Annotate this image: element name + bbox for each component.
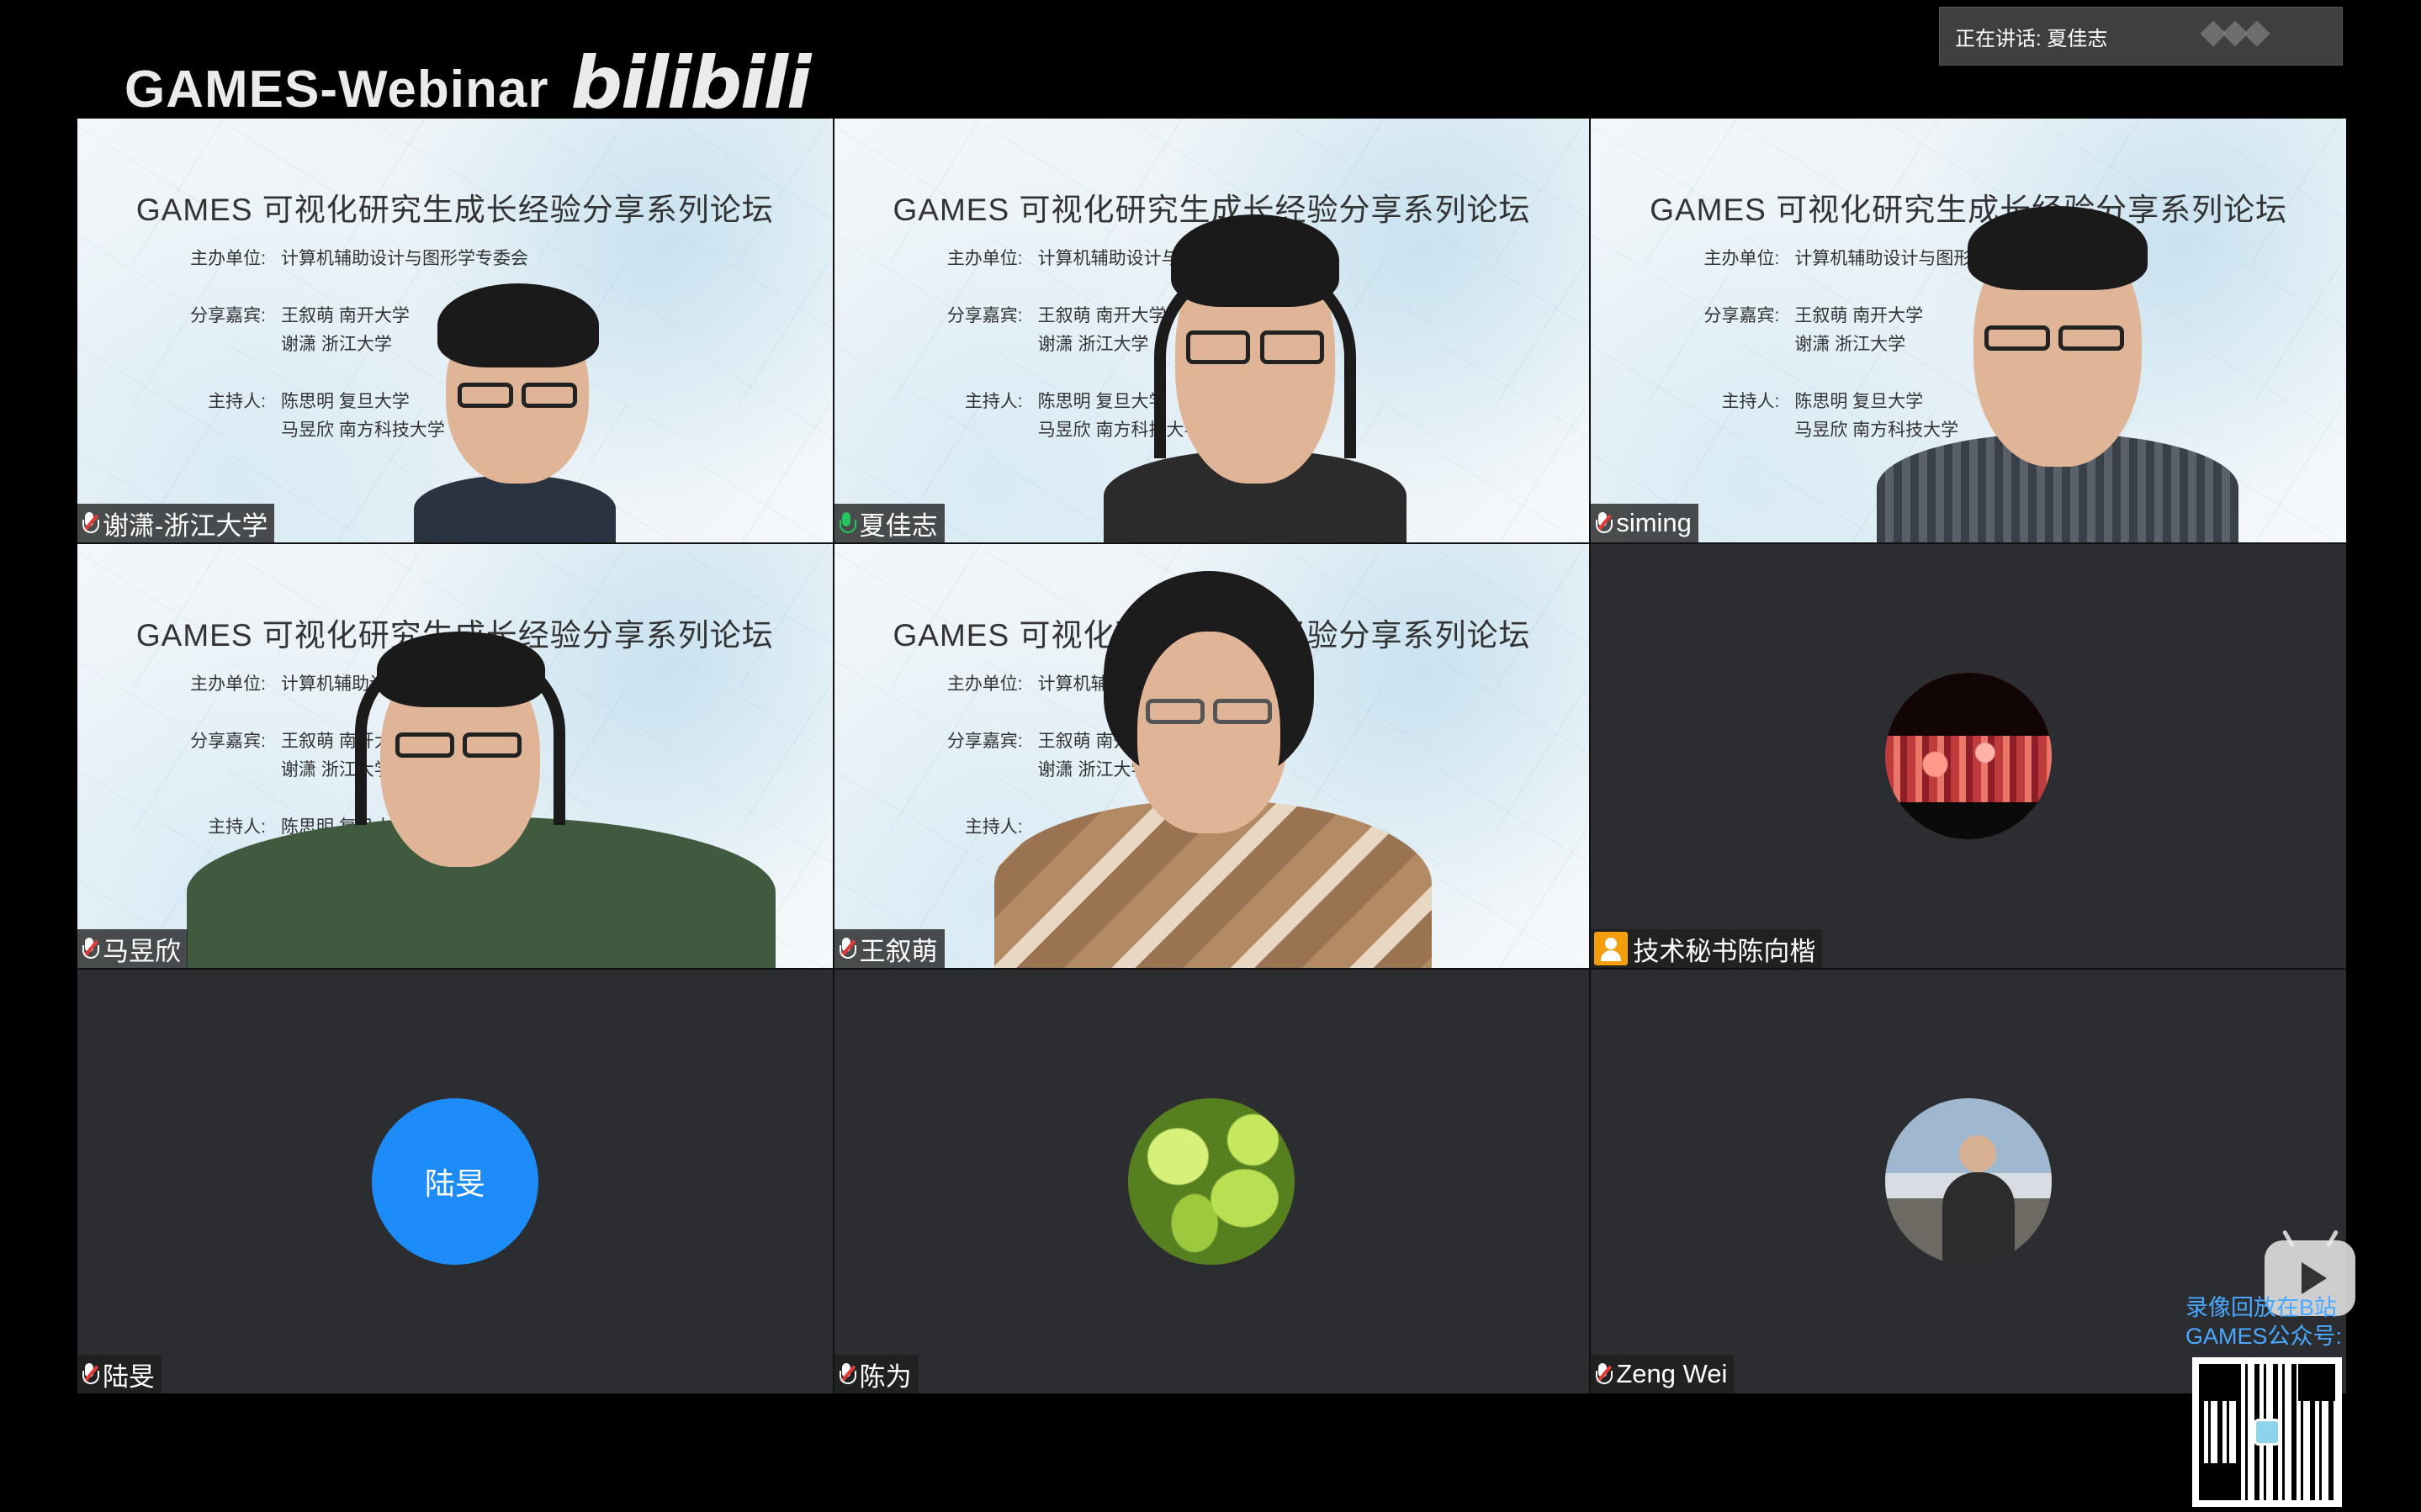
participant-tile[interactable]: GAMES 可视化研究生成长经验分享系列论坛 主办单位:计算机辅助设计与图形学专… [834, 544, 1590, 968]
participant-name: 夏佳志 [859, 510, 938, 541]
participant-name-label: 王叙萌 [834, 929, 945, 968]
qr-code-icon [2192, 1357, 2342, 1507]
participant-tile[interactable]: GAMES 可视化研究生成长经验分享系列论坛 主办单位:计算机辅助设计与图形学专… [77, 119, 833, 542]
participant-name-label: 技术秘书陈向楷 [1591, 929, 1823, 968]
participant-avatar [1128, 1098, 1295, 1265]
replay-line-1: 录像回放在B站 [2185, 1295, 2338, 1320]
mic-muted-icon [838, 1362, 856, 1386]
participant-name-label: siming [1591, 504, 1698, 542]
slide-title: GAMES 可视化研究生成长经验分享系列论坛 [135, 193, 774, 227]
participant-name: 技术秘书陈向楷 [1633, 936, 1816, 966]
slide-label: 主办单位: [190, 249, 266, 268]
slide-text: 谢潇 浙江大学 [281, 335, 392, 354]
participant-name-label: 谢潇-浙江大学 [77, 504, 275, 542]
participant-video [380, 265, 649, 542]
user-avatar-icon [1594, 932, 1629, 965]
participant-video [1868, 206, 2247, 542]
mic-muted-icon [81, 511, 99, 535]
slide-label: 分享嘉宾: [1703, 306, 1780, 325]
participant-name-label: 陆旻 [77, 1355, 162, 1393]
slide-label: 主办单位: [946, 249, 1023, 268]
participant-name: 谢潇-浙江大学 [103, 510, 268, 541]
participant-name: 陆旻 [103, 1361, 155, 1392]
bilibili-logo: bilibili [570, 41, 811, 125]
slide-label: 分享嘉宾: [946, 306, 1023, 325]
participant-name: Zeng Wei [1616, 1359, 1728, 1388]
participant-tile-active-speaker[interactable]: GAMES 可视化研究生成长经验分享系列论坛 主办单位: 计算机辅助设计与图形学专… [834, 119, 1590, 542]
brand-text: GAMES-Webinar [124, 61, 549, 119]
participant-video [1095, 206, 1415, 542]
participant-name: 陈为 [859, 1361, 912, 1392]
watermark: GAMES-Webinar bilibili [124, 41, 811, 125]
participant-avatar [1885, 673, 2053, 839]
participant-tile[interactable]: GAMES 可视化研究生成长经验分享系列论坛 主办单位:计算机辅助设计与图形学专… [1591, 119, 2346, 542]
speaking-label: 正在讲话: 夏佳志 [1955, 27, 2108, 50]
mic-muted-icon [1594, 1362, 1613, 1386]
window-controls-icon[interactable] [2200, 20, 2270, 47]
mic-muted-icon [1594, 511, 1613, 535]
participant-name-label: 夏佳志 [834, 504, 945, 542]
participant-name: siming [1616, 508, 1692, 537]
participant-name-label: Zeng Wei [1591, 1355, 1735, 1393]
participant-avatar [1885, 1098, 2053, 1265]
slide-label: 主持人: [964, 392, 1023, 411]
participant-tile[interactable]: 陈为 [834, 970, 1590, 1393]
mic-muted-icon [838, 937, 856, 960]
participant-tile[interactable]: GAMES 可视化研究生成长经验分享系列论坛 主办单位:计算机辅助设计与图形学专… [77, 544, 833, 968]
speaking-indicator: 正在讲话: 夏佳志 [1939, 7, 2343, 66]
slide-label: 主持人: [1721, 392, 1780, 411]
mic-active-icon [838, 511, 856, 535]
mic-muted-icon [81, 937, 99, 960]
replay-notice: 录像回放在B站 GAMES公众号: [2185, 1293, 2342, 1351]
mic-muted-icon [81, 1362, 99, 1386]
participant-video [961, 556, 1465, 968]
participant-name: 马昱欣 [103, 936, 181, 966]
meeting-screen: GAMES-Webinar bilibili 正在讲话: 夏佳志 GAMES 可… [0, 0, 2421, 1512]
participant-name: 王叙萌 [859, 936, 938, 966]
participant-tile[interactable]: 陆旻 陆旻 [77, 970, 833, 1393]
participant-name-label: 陈为 [834, 1355, 919, 1393]
participant-video [187, 606, 776, 968]
participant-avatar: 陆旻 [371, 1098, 538, 1265]
participant-tile[interactable]: 技术秘书陈向楷 [1591, 544, 2346, 968]
participant-name-label: 马昱欣 [77, 929, 188, 968]
slide-label: 分享嘉宾: [190, 306, 266, 325]
slide-label: 主持人: [208, 392, 266, 411]
replay-line-2: GAMES公众号: [2185, 1324, 2343, 1349]
video-grid: GAMES 可视化研究生成长经验分享系列论坛 主办单位: 计算机辅助设计与图形学专… [77, 119, 2346, 1393]
slide-label: 主办单位: [1703, 249, 1780, 268]
